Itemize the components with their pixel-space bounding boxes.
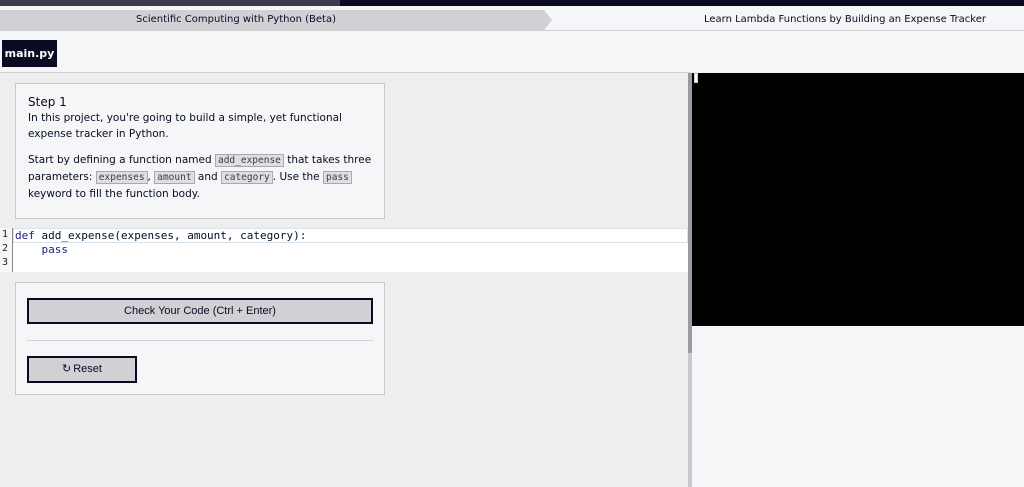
breadcrumb-course-link[interactable]: Scientific Computing with Python (Beta)	[0, 10, 552, 30]
line-number-gutter: 1 2 3	[0, 228, 13, 272]
action-panel: Check Your Code (Ctrl + Enter) ↻ Reset	[15, 282, 385, 395]
line-number: 3	[2, 257, 9, 268]
code-category: category	[221, 171, 273, 184]
code-text: add_expense(expenses, amount, category):	[34, 229, 307, 242]
top-nav-bar	[0, 0, 1024, 6]
instructions-panel: Step 1 In this project, you're going to …	[15, 83, 385, 219]
code-line-1[interactable]: def add_expense(expenses, amount, catego…	[15, 229, 306, 242]
reset-button[interactable]: ↻ Reset	[27, 356, 137, 383]
instructions-intro: In this project, you're going to build a…	[28, 112, 342, 140]
line-number: 1	[2, 229, 9, 240]
code-pass: pass	[322, 171, 352, 184]
keyword-def: def	[15, 229, 35, 242]
reset-label: Reset	[73, 363, 102, 375]
action-divider	[27, 340, 373, 341]
instructions-task: Start by defining a function named add_e…	[28, 152, 372, 202]
code-amount: amount	[154, 171, 195, 184]
check-code-button[interactable]: Check Your Code (Ctrl + Enter)	[27, 298, 373, 324]
code-add-expense: add_expense	[214, 154, 284, 167]
console-panel	[692, 326, 1024, 487]
breadcrumb-course-label: Scientific Computing with Python (Beta)	[136, 14, 336, 25]
top-nav-segment	[0, 0, 340, 6]
code-line-2[interactable]: pass	[15, 243, 68, 256]
code-editor[interactable]: 1 2 3 def add_expense(expenses, amount, …	[0, 228, 688, 272]
breadcrumb-project-label: Learn Lambda Functions by Building an Ex…	[552, 10, 1024, 30]
line-number: 2	[2, 243, 9, 254]
refresh-icon: ↻	[62, 363, 72, 375]
task-text: Start by defining a function named	[28, 154, 215, 166]
task-text: . Use the	[272, 171, 323, 183]
step-title: Step 1	[28, 95, 67, 109]
breadcrumb: Scientific Computing with Python (Beta) …	[0, 10, 1024, 30]
code-expenses: expenses	[95, 171, 148, 184]
breadcrumb-divider	[0, 30, 1024, 31]
preview-panel	[692, 73, 1024, 326]
file-tab-main-py[interactable]: main.py	[2, 40, 57, 67]
task-text: keyword to fill the function body.	[28, 188, 200, 200]
preview-cursor	[694, 73, 698, 83]
task-text: and	[194, 171, 221, 183]
